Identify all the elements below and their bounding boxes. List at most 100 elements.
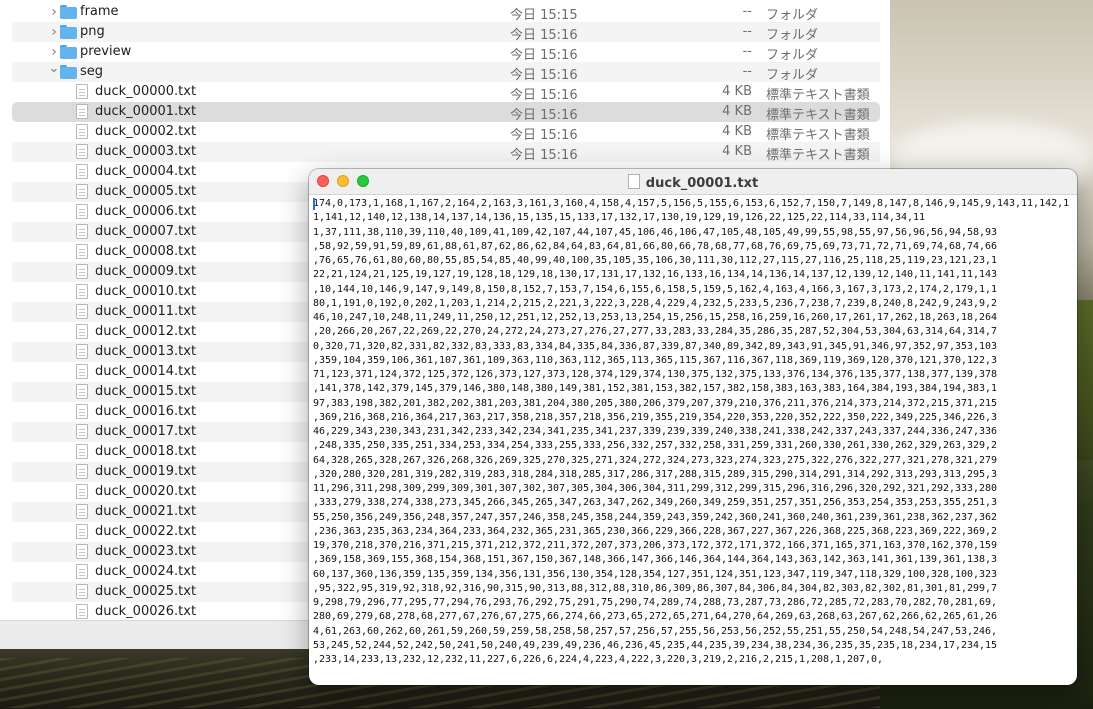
file-name: duck_00021.txt	[95, 504, 197, 519]
chevron-down-icon[interactable]: ⌄	[48, 62, 60, 76]
file-name: duck_00000.txt	[95, 84, 197, 99]
file-kind: 標準テキスト書類	[766, 88, 870, 103]
text-file-icon	[76, 224, 88, 239]
file-name: duck_00008.txt	[95, 244, 197, 259]
text-file-icon	[76, 164, 88, 179]
text-file-icon	[76, 524, 88, 539]
text-file-icon	[76, 544, 88, 559]
text-viewer-window: duck_00001.txt 174,0,173,1,168,1,167,2,1…	[309, 169, 1077, 685]
folder-name: preview	[80, 44, 132, 59]
file-kind: 標準テキスト書類	[766, 148, 870, 163]
viewer-titlebar[interactable]: duck_00001.txt	[309, 169, 1077, 195]
text-file-icon	[76, 84, 88, 99]
modified-date: 今日 15:16	[510, 28, 578, 43]
file-name: duck_00017.txt	[95, 424, 197, 439]
text-file-icon	[76, 264, 88, 279]
window-title: duck_00001.txt	[309, 174, 1077, 191]
file-row[interactable]: duck_00003.txt 今日 15:16 4 KB 標準テキスト書類	[12, 142, 880, 163]
text-file-icon	[76, 564, 88, 579]
file-name: duck_00016.txt	[95, 404, 197, 419]
window-title-text: duck_00001.txt	[645, 176, 759, 191]
modified-date: 今日 15:16	[510, 148, 578, 163]
file-size: --	[742, 4, 752, 19]
file-row[interactable]: duck_00001.txt 今日 15:16 4 KB 標準テキスト書類	[12, 102, 880, 123]
modified-date: 今日 15:16	[510, 68, 578, 83]
text-content[interactable]: 174,0,173,1,168,1,167,2,164,2,163,3,161,…	[313, 197, 1073, 681]
text-file-icon	[76, 604, 88, 619]
file-name: duck_00014.txt	[95, 364, 197, 379]
modified-date: 今日 15:16	[510, 88, 578, 103]
text-file-icon	[76, 284, 88, 299]
file-row[interactable]: duck_00002.txt 今日 15:16 4 KB 標準テキスト書類	[12, 122, 880, 143]
text-file-icon	[76, 484, 88, 499]
chevron-right-icon[interactable]: ›	[48, 5, 60, 19]
file-name: duck_00020.txt	[95, 484, 197, 499]
folder-name: png	[80, 24, 105, 39]
text-file-icon	[76, 104, 88, 119]
file-name: duck_00002.txt	[95, 124, 197, 139]
folder-row[interactable]: › frame 今日 15:15 -- フォルダ	[12, 2, 880, 23]
file-name: duck_00009.txt	[95, 264, 197, 279]
file-kind: 標準テキスト書類	[766, 128, 870, 143]
file-name: duck_00015.txt	[95, 384, 197, 399]
file-size: 4 KB	[722, 144, 752, 159]
text-file-icon	[76, 384, 88, 399]
text-file-icon	[76, 124, 88, 139]
text-file-icon	[76, 144, 88, 159]
file-name: duck_00003.txt	[95, 144, 197, 159]
modified-date: 今日 15:16	[510, 128, 578, 143]
file-size: 4 KB	[722, 124, 752, 139]
modified-date: 今日 15:16	[510, 108, 578, 123]
file-name: duck_00024.txt	[95, 564, 197, 579]
folder-name: seg	[80, 64, 104, 79]
file-name: duck_00012.txt	[95, 324, 197, 339]
file-kind: 標準テキスト書類	[766, 108, 870, 123]
file-kind: フォルダ	[766, 68, 819, 83]
file-name: duck_00010.txt	[95, 284, 197, 299]
file-size: --	[742, 44, 752, 59]
file-size: 4 KB	[722, 104, 752, 119]
file-name: duck_00026.txt	[95, 604, 197, 619]
file-name: duck_00013.txt	[95, 344, 197, 359]
file-name: duck_00019.txt	[95, 464, 197, 479]
text-file-icon	[76, 324, 88, 339]
file-kind: フォルダ	[766, 48, 819, 63]
file-name: duck_00022.txt	[95, 524, 197, 539]
folder-icon	[60, 25, 77, 39]
file-size: --	[742, 64, 752, 79]
modified-date: 今日 15:16	[510, 48, 578, 63]
text-file-icon	[76, 464, 88, 479]
file-name: duck_00025.txt	[95, 584, 197, 599]
folder-row[interactable]: ⌄ seg 今日 15:16 -- フォルダ	[12, 62, 880, 83]
text-file-icon	[76, 424, 88, 439]
chevron-right-icon[interactable]: ›	[48, 25, 60, 39]
file-name: duck_00006.txt	[95, 204, 197, 219]
text-file-icon	[76, 404, 88, 419]
text-file-icon	[76, 184, 88, 199]
file-kind: フォルダ	[766, 8, 819, 23]
modified-date: 今日 15:15	[510, 8, 578, 23]
text-file-icon	[76, 504, 88, 519]
folder-name: frame	[80, 4, 119, 19]
file-name: duck_00023.txt	[95, 544, 197, 559]
document-icon	[627, 174, 640, 189]
text-file-icon	[76, 344, 88, 359]
folder-row[interactable]: › png 今日 15:16 -- フォルダ	[12, 22, 880, 43]
text-file-icon	[76, 244, 88, 259]
file-size: --	[742, 24, 752, 39]
chevron-right-icon[interactable]: ›	[48, 45, 60, 59]
file-name: duck_00007.txt	[95, 224, 197, 239]
folder-icon	[60, 45, 77, 59]
folder-row[interactable]: › preview 今日 15:16 -- フォルダ	[12, 42, 880, 63]
file-name: duck_00001.txt	[95, 104, 197, 119]
text-file-icon	[76, 364, 88, 379]
file-name: duck_00011.txt	[95, 304, 197, 319]
file-row[interactable]: duck_00000.txt 今日 15:16 4 KB 標準テキスト書類	[12, 82, 880, 103]
folder-icon	[60, 65, 77, 79]
file-name: duck_00005.txt	[95, 184, 197, 199]
file-name: duck_00018.txt	[95, 444, 197, 459]
file-size: 4 KB	[722, 84, 752, 99]
text-file-icon	[76, 204, 88, 219]
file-kind: フォルダ	[766, 28, 819, 43]
file-name: duck_00004.txt	[95, 164, 197, 179]
